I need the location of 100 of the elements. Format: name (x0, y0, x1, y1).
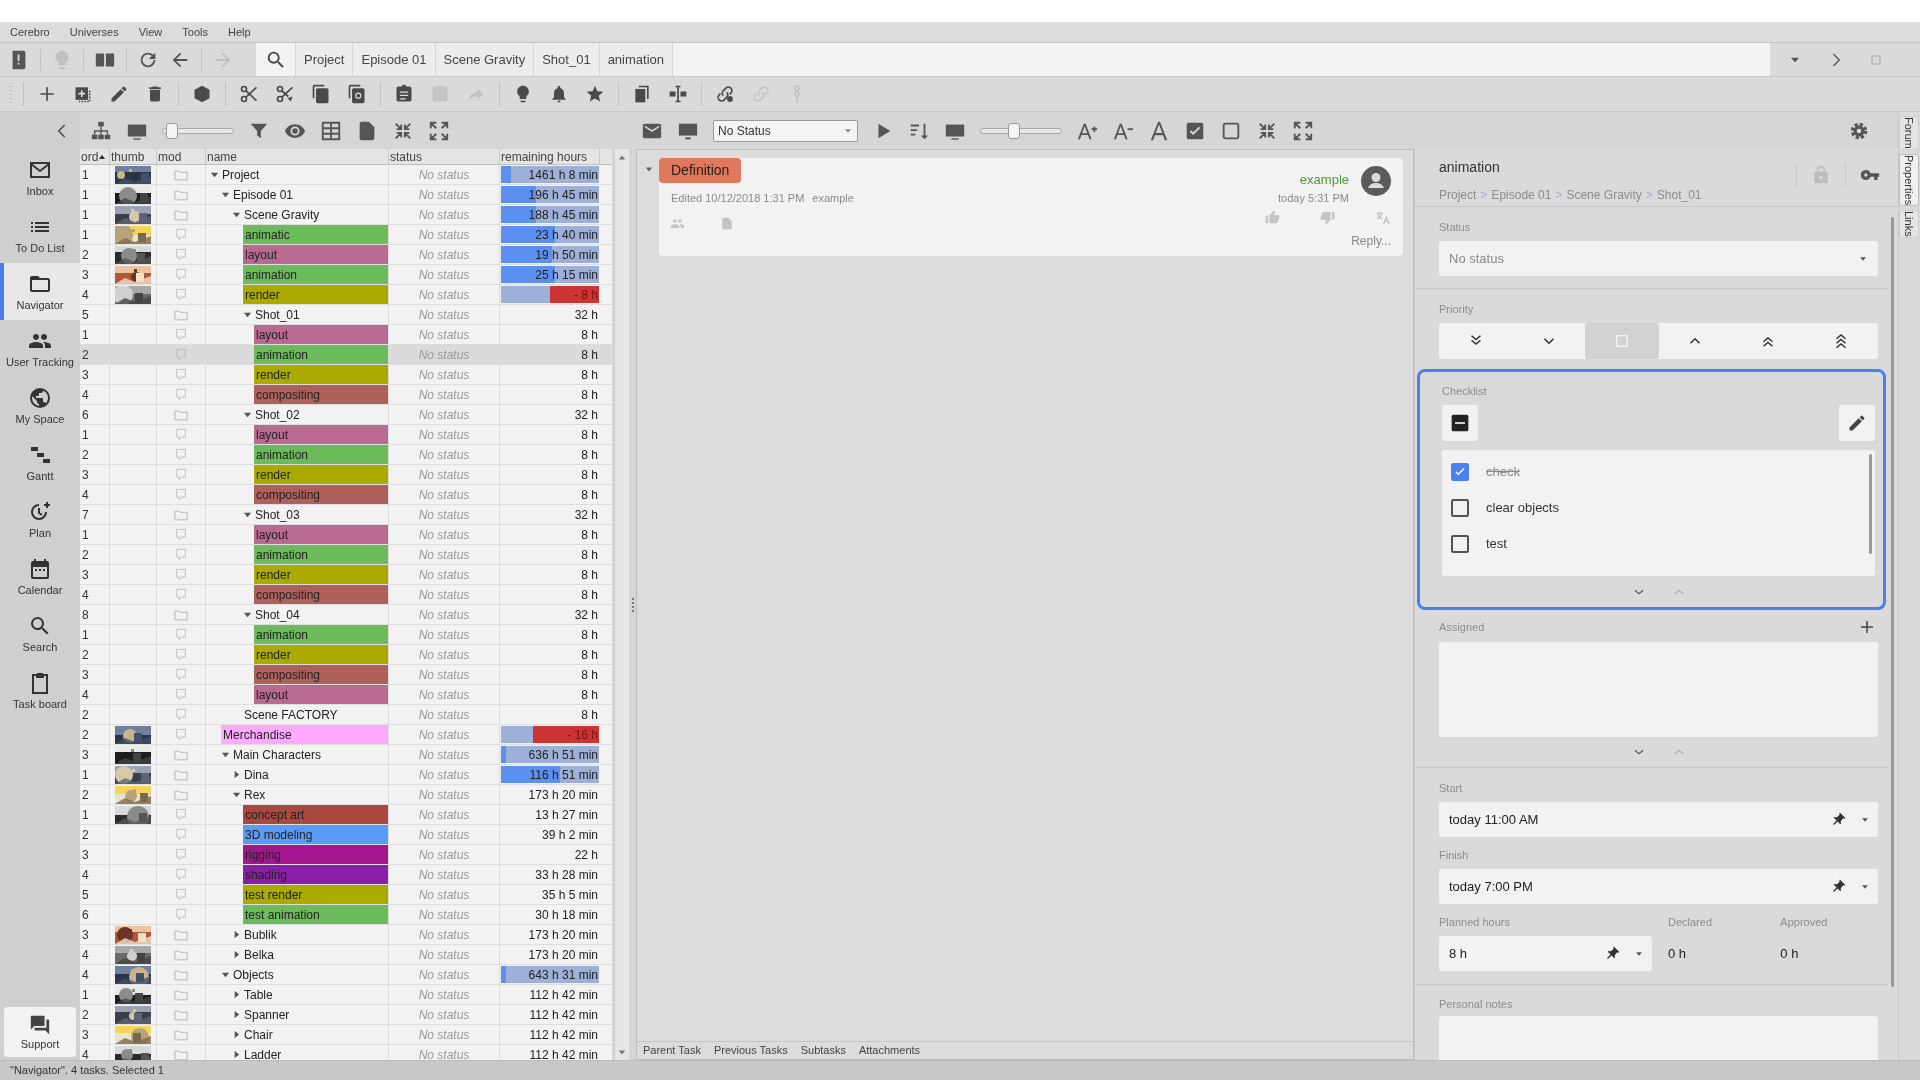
item-name[interactable]: Ladder (244, 1045, 282, 1060)
clipboard-icon[interactable] (394, 84, 414, 104)
expand-icon[interactable] (428, 119, 450, 142)
table-row[interactable]: 1 Table No status 112 h 42 min (80, 985, 612, 1005)
task-name[interactable]: animation (254, 345, 388, 364)
task-name[interactable]: animation (254, 625, 388, 644)
grip-icon[interactable] (8, 84, 13, 104)
sidebar-item[interactable]: To Do List (0, 206, 80, 263)
item-name[interactable]: Shot_02 (255, 405, 300, 424)
expanded-caret-icon[interactable] (243, 410, 252, 419)
status-select[interactable]: No Status (713, 119, 858, 142)
table-row[interactable]: 5 test render No status 35 h 5 min (80, 885, 612, 905)
expanded-caret-icon[interactable] (243, 310, 252, 319)
task-name[interactable]: render (254, 645, 388, 664)
item-name[interactable]: Project (222, 165, 260, 184)
table-row[interactable]: 3 Chair No status 112 h 42 min (80, 1025, 612, 1045)
table-row[interactable]: 2 Spanner No status 112 h 42 min (80, 1005, 612, 1025)
table-row[interactable]: 3 Bublik No status 173 h 20 min (80, 925, 612, 945)
copy-link-icon[interactable] (347, 84, 367, 104)
item-name[interactable]: Shot_03 (255, 505, 300, 524)
column-header[interactable]: ord (80, 149, 110, 164)
item-name[interactable]: Shot_04 (255, 605, 300, 624)
task-name[interactable]: layout (254, 685, 388, 704)
stack-icon[interactable] (632, 84, 652, 104)
task-name[interactable]: compositing (254, 485, 388, 504)
menu-item[interactable]: View (138, 26, 163, 38)
column-header[interactable]: remaining hours (500, 149, 600, 164)
expanded-caret-icon[interactable] (221, 190, 230, 199)
item-name[interactable]: Belka (244, 945, 275, 964)
table-row[interactable]: 1 Scene Gravity No status 188 h 45 min (80, 205, 612, 225)
expanded-caret-icon[interactable] (243, 510, 252, 519)
panel-tab[interactable]: Previous Tasks (713, 1042, 788, 1059)
breadcrumb-tab[interactable]: Episode 01 (353, 43, 436, 76)
table-row[interactable]: 4 compositing No status 8 h (80, 385, 612, 405)
task-name[interactable]: render (254, 465, 388, 484)
expanded-caret-icon[interactable] (221, 750, 230, 759)
avatar-icon[interactable] (1361, 166, 1391, 196)
collapsed-caret-icon[interactable] (232, 930, 241, 939)
table-row[interactable]: 4 compositing No status 8 h (80, 485, 612, 505)
menu-item[interactable]: Universes (69, 26, 119, 38)
side-tab[interactable]: Forum (1899, 116, 1919, 150)
column-header[interactable]: thumb (110, 149, 157, 164)
item-name[interactable]: Scene FACTORY (244, 705, 338, 724)
add-box-icon[interactable] (73, 84, 93, 104)
task-name[interactable]: animatic (243, 225, 388, 244)
column-header[interactable]: status (389, 149, 500, 164)
task-name[interactable]: render (254, 565, 388, 584)
item-name[interactable]: Rex (244, 785, 266, 804)
task-name[interactable]: Merchandise (221, 725, 388, 744)
table-row[interactable]: 1 Project No status 1461 h 8 min (80, 165, 612, 185)
pencil-icon[interactable] (109, 84, 129, 104)
breadcrumb-tab[interactable]: animation (599, 43, 673, 76)
sidebar-item[interactable]: Plan (0, 491, 80, 548)
item-name[interactable]: Objects (233, 965, 274, 984)
sidebar-item[interactable]: Navigator (0, 263, 80, 320)
table-row[interactable]: 3 render No status 8 h (80, 365, 612, 385)
scrollbar[interactable] (1869, 454, 1872, 554)
breadcrumb-tab[interactable]: Shot_01 (534, 43, 600, 76)
task-name[interactable]: layout (254, 425, 388, 444)
scrollbar[interactable] (1891, 217, 1894, 987)
task-name[interactable]: 3D modeling (243, 825, 388, 844)
collapsed-caret-icon[interactable] (232, 990, 241, 999)
item-name[interactable]: Main Characters (233, 745, 322, 764)
sidebar-item[interactable]: Search (0, 605, 80, 662)
expanded-caret-icon[interactable] (232, 210, 241, 219)
table-row[interactable]: 2 render No status 8 h (80, 645, 612, 665)
pin-icon[interactable] (1830, 878, 1846, 895)
task-name[interactable]: compositing (254, 585, 388, 604)
menu-item[interactable]: Tools (182, 26, 208, 38)
table-row[interactable]: 3 Main Characters No status 636 h 51 min (80, 745, 612, 765)
expanded-caret-icon[interactable] (232, 790, 241, 799)
slider[interactable] (980, 122, 1062, 139)
notes-field[interactable] (1439, 1016, 1878, 1060)
deselect-all-button[interactable] (1442, 405, 1478, 441)
sidebar-item[interactable]: User Tracking (0, 320, 80, 377)
task-name[interactable]: compositing (254, 665, 388, 684)
table-row[interactable]: 3 render No status 8 h (80, 565, 612, 585)
expanded-caret-icon[interactable] (243, 610, 252, 619)
item-name[interactable]: Spanner (244, 1005, 290, 1024)
font-icon[interactable] (1148, 119, 1170, 142)
scissors-icon[interactable] (239, 84, 259, 104)
column-header[interactable]: name (206, 149, 389, 164)
date-field[interactable]: 8 h (1439, 936, 1652, 971)
sidebar-item[interactable]: Calendar (0, 548, 80, 605)
table-row[interactable]: 1 layout No status 8 h (80, 425, 612, 445)
table-row[interactable]: 1 Episode 01 No status 196 h 45 min (80, 185, 612, 205)
table-row[interactable]: 3 compositing No status 8 h (80, 665, 612, 685)
task-name[interactable]: layout (243, 245, 388, 264)
table-row[interactable]: 4 Belka No status 173 h 20 min (80, 945, 612, 965)
grid-icon[interactable] (320, 119, 342, 142)
side-tab[interactable]: Links (1899, 209, 1919, 238)
link-plus-icon[interactable] (715, 84, 735, 104)
pin-icon[interactable] (1830, 811, 1846, 828)
collapsed-caret-icon[interactable] (232, 1010, 241, 1019)
table-row[interactable]: 2 Rex No status 173 h 20 min (80, 785, 612, 805)
expand-icon[interactable] (1292, 119, 1314, 142)
thumb-up-icon[interactable] (1265, 210, 1280, 225)
table-row[interactable]: 2 animation No status 8 h (80, 545, 612, 565)
scrollbar[interactable] (614, 149, 629, 1060)
collapsed-caret-icon[interactable] (232, 770, 241, 779)
